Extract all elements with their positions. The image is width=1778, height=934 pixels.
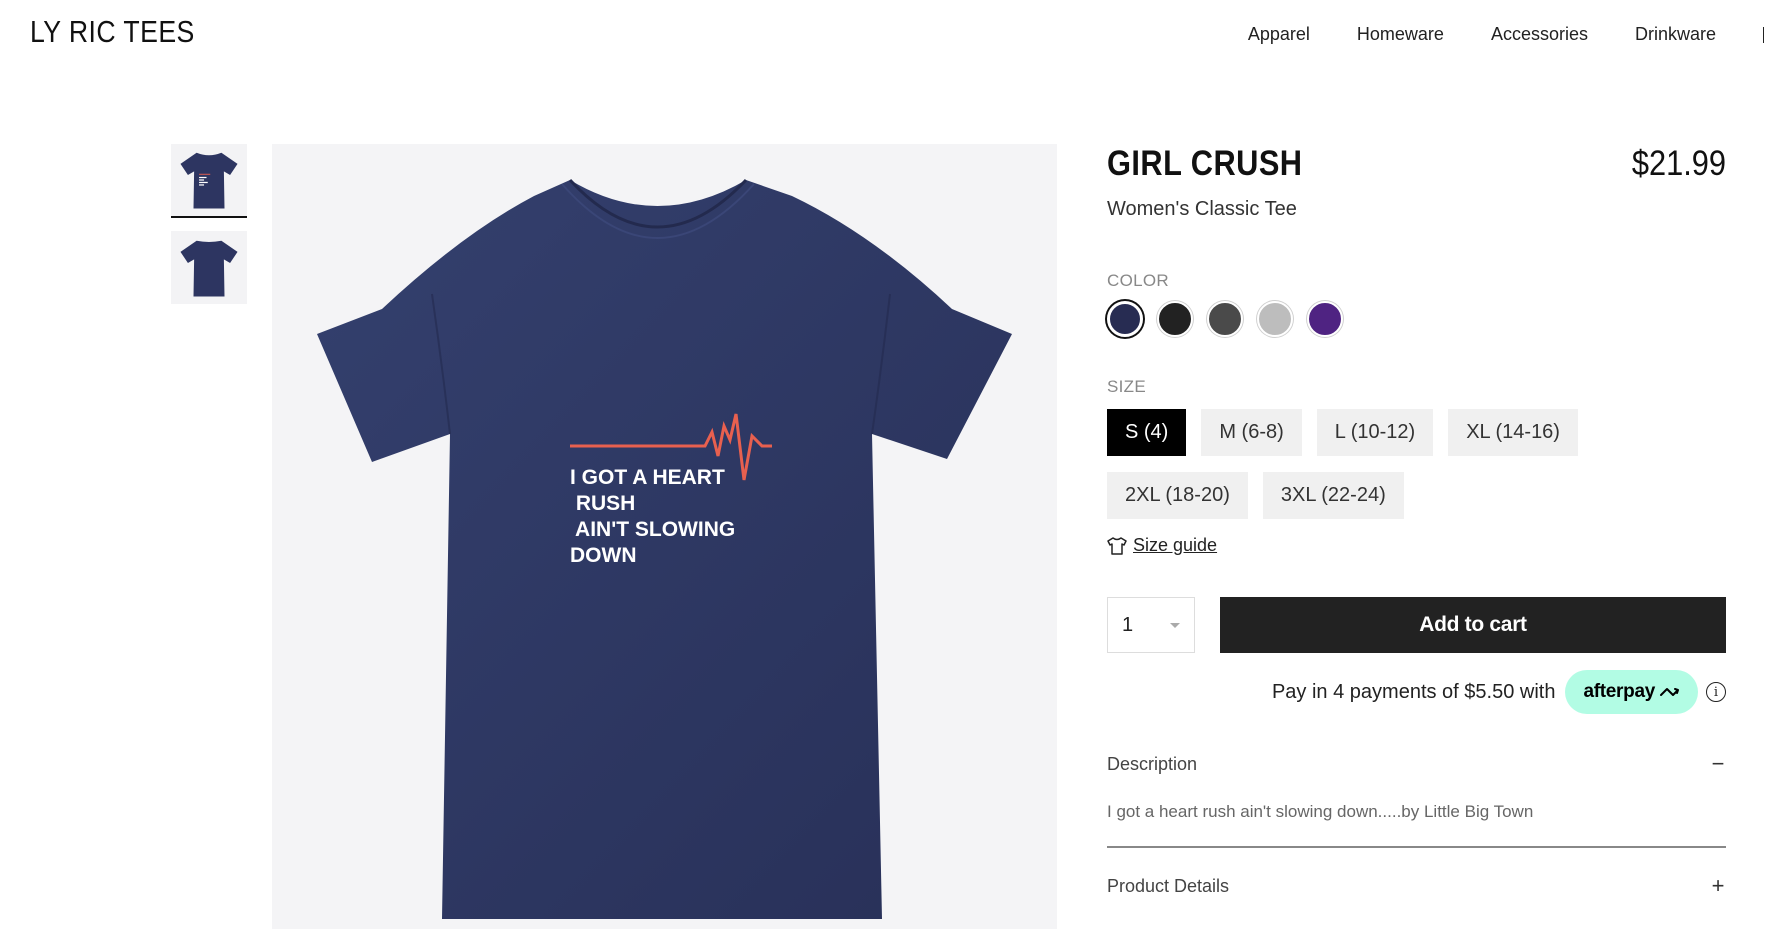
size-options: S (4) M (6-8) L (10-12) XL (14-16) 2XL (18-2… bbox=[1107, 409, 1667, 535]
add-to-cart-button[interactable]: Add to cart bbox=[1220, 597, 1726, 653]
shirt-design-line-4: DOWN bbox=[570, 544, 637, 567]
thumbnail-back[interactable] bbox=[171, 231, 247, 304]
size-option-button[interactable]: L (10-12) bbox=[1316, 409, 1434, 456]
brand-logo[interactable]: LY RIC TEES bbox=[30, 14, 195, 50]
size-option-button[interactable]: S (4) bbox=[1107, 409, 1187, 456]
nav-item-apparel[interactable]: Apparel bbox=[1248, 24, 1310, 45]
collapse-icon[interactable]: − bbox=[1710, 751, 1726, 777]
color-swatch[interactable] bbox=[1257, 301, 1293, 337]
description-header[interactable]: Description − bbox=[1107, 751, 1726, 777]
size-option-button[interactable]: 2XL (18-20) bbox=[1107, 472, 1248, 519]
tshirt-image: I GOT A HEART RUSH AIN'T SLOWING DOWN bbox=[317, 178, 1012, 919]
color-swatches bbox=[1107, 301, 1726, 337]
color-swatch[interactable] bbox=[1107, 301, 1143, 337]
thumbnail-front[interactable] bbox=[171, 144, 247, 218]
chevron-down-icon bbox=[1170, 622, 1180, 628]
color-label: COLOR bbox=[1107, 271, 1169, 290]
nav-divider bbox=[1763, 26, 1764, 43]
info-icon[interactable]: i bbox=[1706, 682, 1726, 702]
tshirt-outline-icon bbox=[1107, 536, 1127, 555]
product-details-title: Product Details bbox=[1107, 875, 1230, 896]
main-nav: Apparel Homeware Accessories Drinkware bbox=[1248, 24, 1778, 45]
nav-item-accessories[interactable]: Accessories bbox=[1491, 24, 1588, 45]
product-subtitle: Women's Classic Tee bbox=[1107, 198, 1297, 220]
shirt-design-line-1: I GOT A HEART bbox=[570, 466, 725, 489]
size-option-button[interactable]: XL (14-16) bbox=[1448, 409, 1578, 456]
afterpay-logo-text: afterpay bbox=[1583, 681, 1655, 702]
shirt-design-line-3: AIN'T SLOWING bbox=[570, 518, 735, 541]
color-swatch[interactable] bbox=[1207, 301, 1243, 337]
size-label: SIZE bbox=[1107, 377, 1146, 396]
afterpay-text: Pay in 4 payments of $5.50 with bbox=[1271, 680, 1556, 703]
product-title: GIRL CRUSH bbox=[1107, 144, 1303, 183]
product-accordion: Description − I got a heart rush ain't s… bbox=[1107, 751, 1726, 899]
shirt-design-line-2: RUSH bbox=[570, 492, 635, 515]
description-body: I got a heart rush ain't slowing down...… bbox=[1107, 802, 1726, 848]
nav-item-homeware[interactable]: Homeware bbox=[1357, 24, 1444, 45]
expand-icon[interactable]: + bbox=[1710, 873, 1726, 899]
quantity-select[interactable]: 1 bbox=[1107, 597, 1195, 653]
afterpay-badge[interactable]: afterpay bbox=[1565, 670, 1698, 714]
afterpay-arrows-icon bbox=[1660, 688, 1679, 696]
description-title: Description bbox=[1107, 753, 1198, 774]
product-info: GIRL CRUSH $21.99 Women's Classic Tee CO… bbox=[1107, 144, 1726, 899]
tshirt-front-thumb-icon bbox=[180, 152, 238, 209]
size-option-button[interactable]: M (6-8) bbox=[1201, 409, 1302, 456]
color-swatch[interactable] bbox=[1157, 301, 1193, 337]
quantity-value: 1 bbox=[1122, 613, 1134, 636]
color-swatch[interactable] bbox=[1307, 301, 1343, 337]
size-guide-label[interactable]: Size guide bbox=[1133, 535, 1217, 556]
tshirt-back-thumb-icon bbox=[180, 240, 238, 297]
thumbnail-list bbox=[171, 144, 247, 317]
nav-item-drinkware[interactable]: Drinkware bbox=[1635, 24, 1716, 45]
product-price: $21.99 bbox=[1631, 144, 1726, 183]
main-product-image: I GOT A HEART RUSH AIN'T SLOWING DOWN bbox=[272, 144, 1057, 929]
product-details-header[interactable]: Product Details + bbox=[1107, 873, 1726, 899]
size-option-button[interactable]: 3XL (22-24) bbox=[1262, 472, 1404, 519]
afterpay-row: Pay in 4 payments of $5.50 with afterpay… bbox=[1107, 670, 1726, 714]
size-guide-link[interactable]: Size guide bbox=[1107, 535, 1726, 556]
